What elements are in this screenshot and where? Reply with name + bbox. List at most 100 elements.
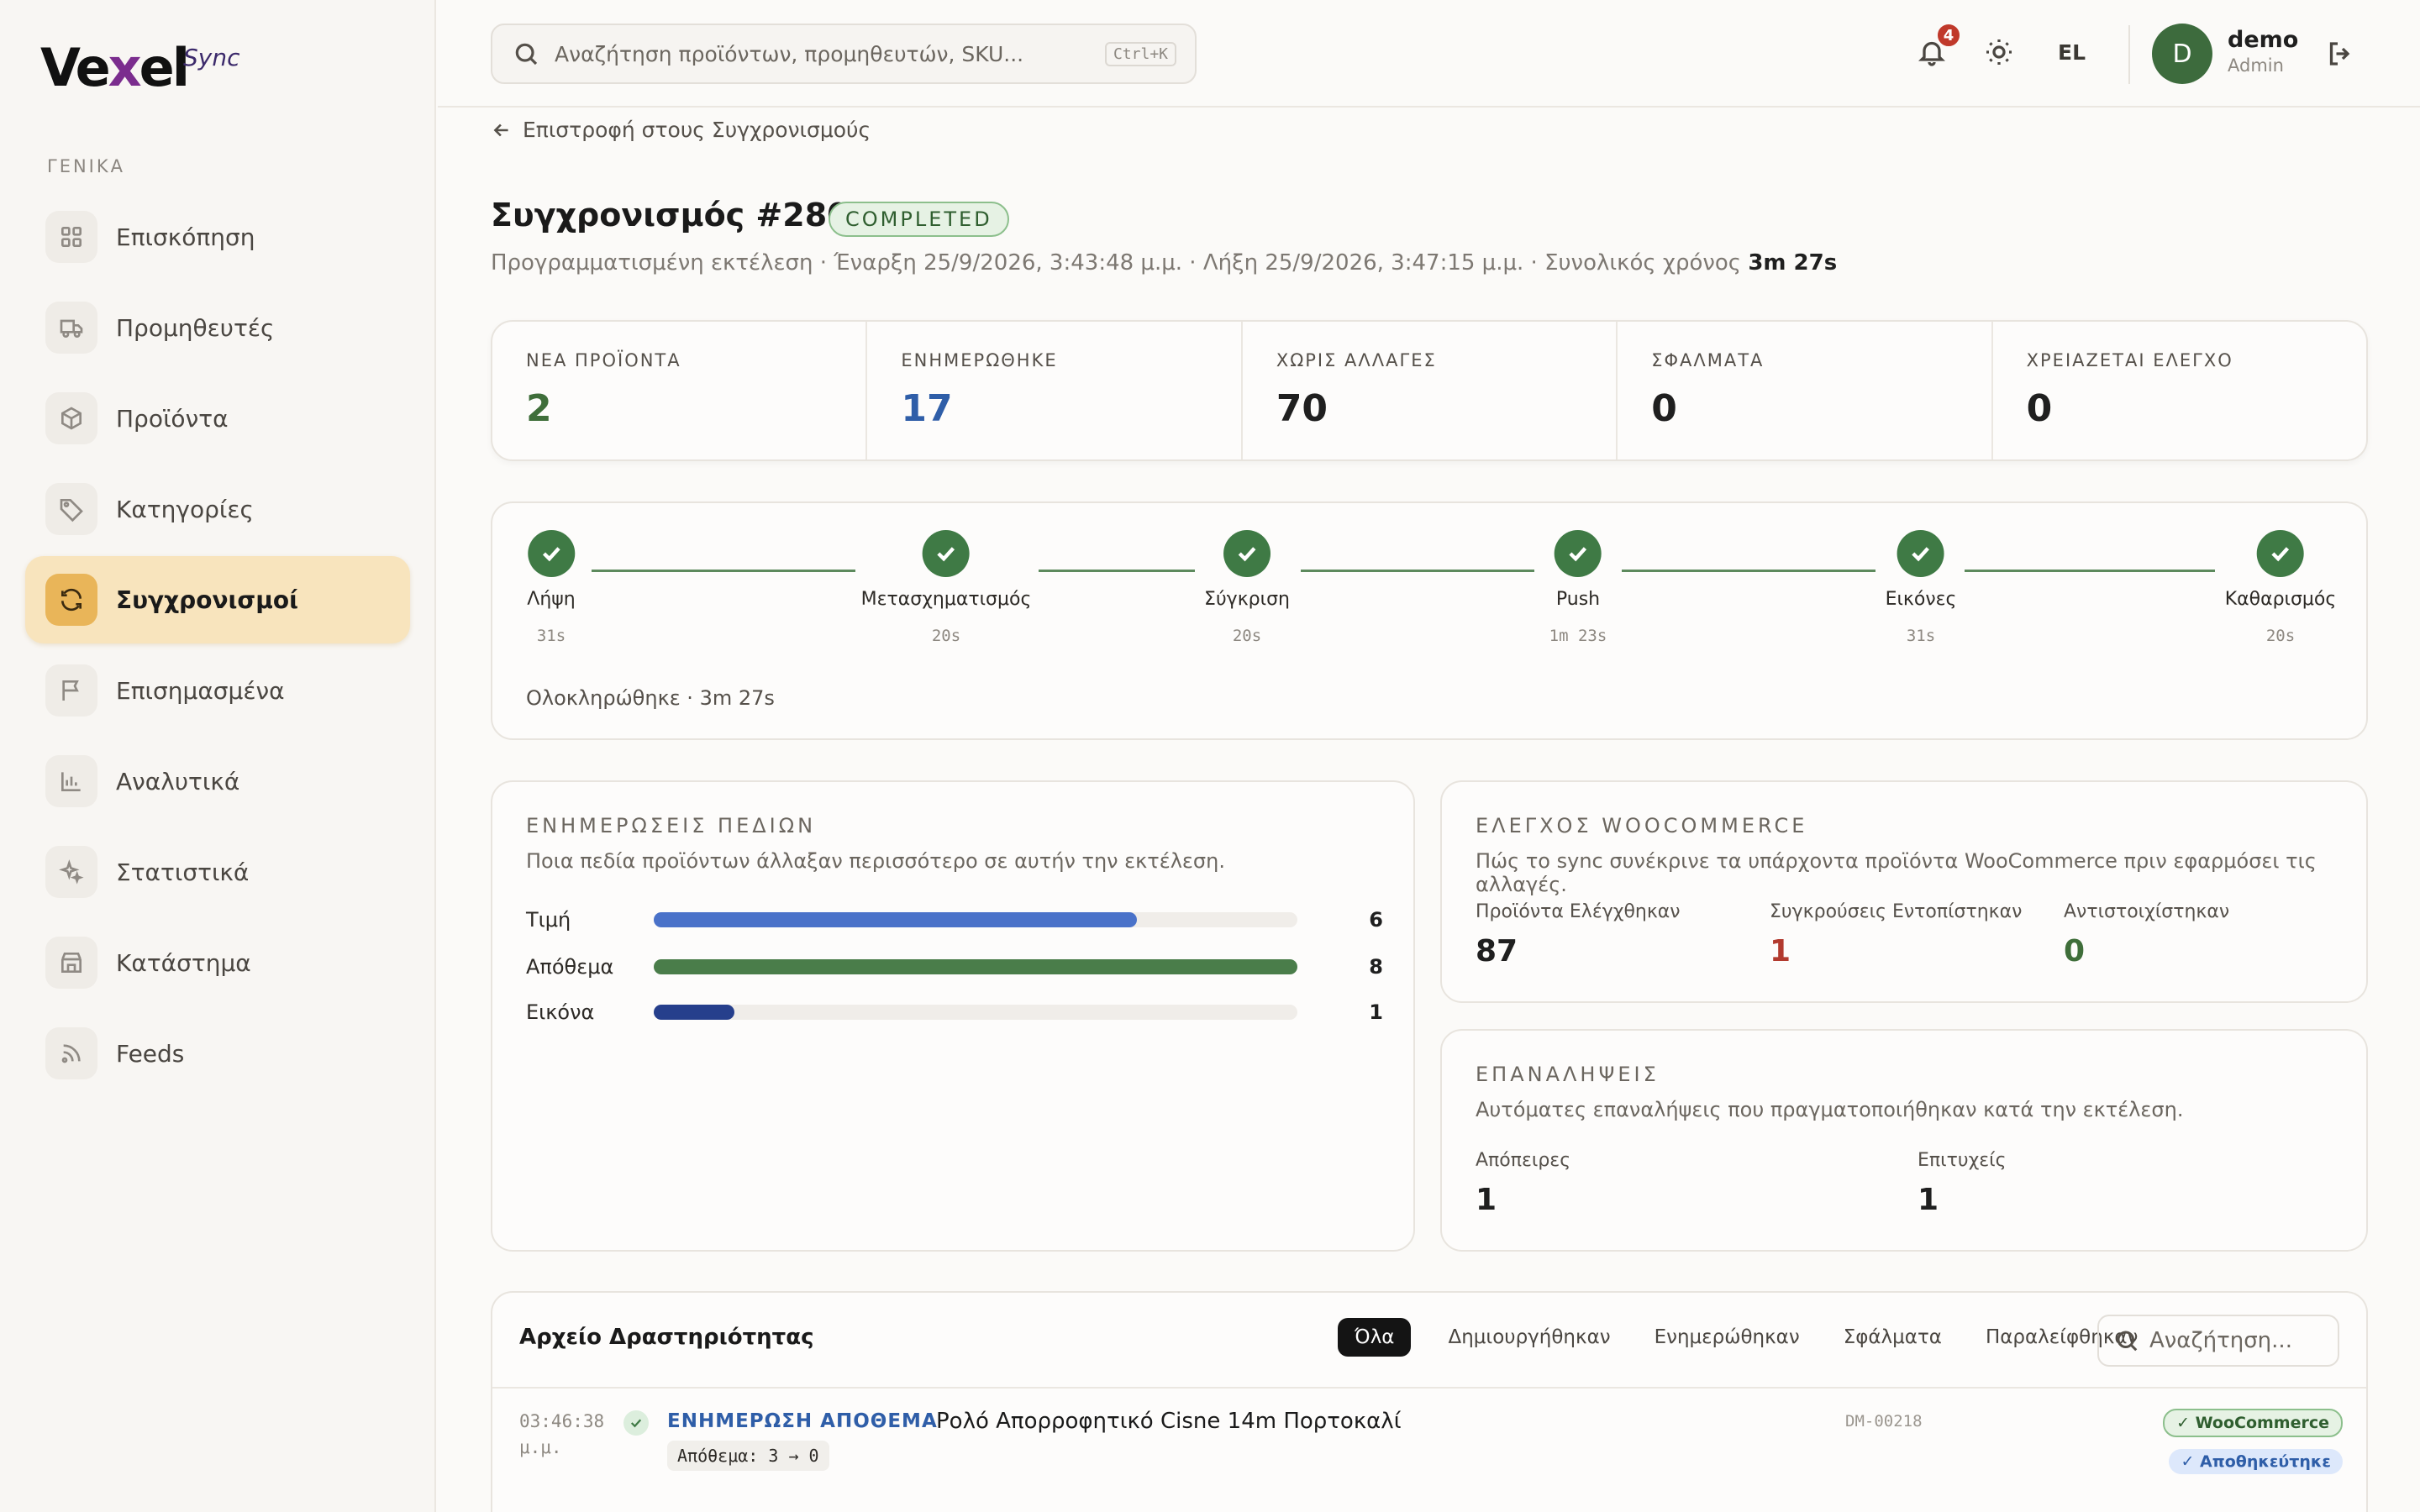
stat-label: ΝΕΑ ΠΡΟΪΟΝΤΑ bbox=[526, 350, 681, 370]
step-time: 20s bbox=[2265, 627, 2296, 645]
sidebar-item-flagged[interactable]: Επισημασμένα bbox=[25, 647, 410, 734]
filter-created[interactable]: Δημιουργήθηκαν bbox=[1448, 1318, 1610, 1357]
store-icon bbox=[45, 937, 97, 989]
activity-sku: DM-00218 bbox=[1845, 1412, 1923, 1431]
run-meta-text: Προγραμματισμένη εκτέλεση · Έναρξη 25/9/… bbox=[491, 250, 1742, 276]
sidebar-item-store[interactable]: Κατάστημα bbox=[25, 919, 410, 1006]
sidebar-item-feeds[interactable]: Feeds bbox=[25, 1010, 410, 1097]
stat-needs-review: ΧΡΕΙΑΖΕΤΑΙ ΕΛΕΓΧΟ 0 bbox=[1993, 322, 2366, 459]
sidebar-item-label: Κατάστημα bbox=[116, 948, 251, 977]
stat-value: 2 bbox=[526, 387, 552, 430]
check-icon bbox=[923, 530, 970, 577]
pipeline-connector bbox=[1965, 570, 2215, 572]
pipeline-step: Push 1m 23s bbox=[1549, 530, 1607, 645]
avatar[interactable]: D bbox=[2152, 24, 2212, 84]
user-name: demo bbox=[2228, 27, 2299, 53]
step-time: 20s bbox=[1232, 627, 1262, 645]
status-badge: COMPLETED bbox=[829, 202, 1009, 237]
activity-change: Απόθεμα: 3 → 0 bbox=[667, 1441, 829, 1471]
bar-track bbox=[654, 1005, 1297, 1020]
theme-toggle-button[interactable] bbox=[1984, 37, 2014, 71]
sidebar-item-overview[interactable]: Επισκόπηση bbox=[25, 193, 410, 281]
activity-filters: Όλα Δημιουργήθηκαν Ενημερώθηκαν Σφάλματα… bbox=[1338, 1318, 2181, 1357]
sidebar-item-suppliers[interactable]: Προμηθευτές bbox=[25, 284, 410, 371]
logo[interactable]: Vexel Sync bbox=[40, 37, 239, 98]
truck-icon bbox=[45, 302, 97, 354]
sidebar-item-syncs[interactable]: Συγχρονισμοί bbox=[25, 556, 410, 643]
metric-value: 1 bbox=[1476, 1183, 1497, 1217]
global-search[interactable]: Ctrl+K bbox=[491, 24, 1197, 84]
box-icon bbox=[45, 392, 97, 444]
arrow-left-icon bbox=[493, 123, 508, 136]
metric-label: Αντιστοιχίστηκαν bbox=[2064, 901, 2230, 922]
pipeline-step: Εικόνες 31s bbox=[1885, 530, 1957, 645]
language-switcher[interactable]: EL bbox=[2058, 40, 2086, 65]
filter-all[interactable]: Όλα bbox=[1338, 1318, 1412, 1357]
pipeline-connector bbox=[1301, 570, 1534, 572]
filter-errors[interactable]: Σφάλματα bbox=[1844, 1318, 1942, 1357]
woo-metric: Προϊόντα Ελέγχθηκαν 87 bbox=[1476, 901, 1681, 969]
topbar-divider bbox=[2128, 25, 2130, 84]
metric-value: 1 bbox=[1770, 934, 1791, 969]
filter-updated[interactable]: Ενημερώθηκαν bbox=[1655, 1318, 1800, 1357]
rss-icon bbox=[45, 1027, 97, 1079]
woocommerce-check-card: ΕΛΕΓΧΟΣ WOOCOMMERCE Πώς το sync συνέκριν… bbox=[1440, 780, 2368, 1003]
total-time: 3m 27s bbox=[1748, 250, 1838, 276]
sidebar-item-products[interactable]: Προϊόντα bbox=[25, 375, 410, 462]
activity-search-input[interactable] bbox=[2149, 1328, 2334, 1353]
stat-errors: ΣΦΑΛΜΑΤΑ 0 bbox=[1618, 322, 1993, 459]
check-icon bbox=[1897, 530, 1944, 577]
metric-value: 87 bbox=[1476, 934, 1518, 969]
sidebar-item-label: Προμηθευτές bbox=[116, 313, 275, 342]
refresh-icon bbox=[45, 574, 97, 626]
sidebar-nav: Επισκόπηση Προμηθευτές Προϊόντα Κατηγορί… bbox=[25, 193, 410, 1100]
notifications-button[interactable]: 4 bbox=[1917, 22, 1962, 71]
sync-pipeline: Λήψη 31s Μετασχηματισμός 20s Σύγκριση 20… bbox=[491, 501, 2368, 740]
nav-section-label: ΓΕΝΙΚΑ bbox=[47, 156, 126, 176]
metric-label: Απόπειρες bbox=[1476, 1150, 1571, 1171]
card-subtitle: Πώς το sync συνέκρινε τα υπάρχοντα προϊό… bbox=[1476, 849, 2317, 896]
metric-label: Συγκρούσεις Εντοπίστηκαν bbox=[1770, 901, 2023, 922]
sidebar-item-label: Επισκόπηση bbox=[116, 223, 255, 251]
sidebar-item-statistics[interactable]: Στατιστικά bbox=[25, 828, 410, 916]
bar-value: 1 bbox=[1369, 1000, 1383, 1024]
metric-value: 1 bbox=[1918, 1183, 1939, 1217]
metric-label: Επιτυχείς bbox=[1918, 1150, 2007, 1171]
notification-count-badge: 4 bbox=[1935, 22, 1962, 49]
bar-value: 6 bbox=[1369, 908, 1383, 932]
field-bar-row: Εικόνα 1 bbox=[526, 995, 1383, 1029]
pipeline-step: Μετασχηματισμός 20s bbox=[861, 530, 1031, 645]
grid-icon bbox=[45, 211, 97, 263]
sidebar-item-analytics[interactable]: Αναλυτικά bbox=[25, 738, 410, 825]
logo-wordmark: Vexel bbox=[40, 37, 190, 98]
activity-row[interactable]: 03:46:38 μ.μ. ΕΝΗΜΕΡΩΣΗ ΑΠΟΘΕΜΑ Ρολό Απο… bbox=[519, 1409, 2343, 1509]
sidebar-item-label: Συγχρονισμοί bbox=[116, 585, 298, 614]
back-link-label: Επιστροφή στους Συγχρονισμούς bbox=[523, 118, 871, 142]
sidebar-item-label: Επισημασμένα bbox=[116, 676, 285, 705]
check-icon bbox=[2257, 530, 2304, 577]
bar-chart-icon bbox=[45, 755, 97, 807]
step-name: Εικόνες bbox=[1885, 589, 1957, 610]
check-icon bbox=[1223, 530, 1270, 577]
activity-product[interactable]: Ρολό Απορροφητικό Cisne 14m Πορτοκαλί bbox=[936, 1409, 1402, 1434]
woocommerce-status-tag: ✓ WooCommerce bbox=[2163, 1409, 2343, 1437]
bar-track bbox=[654, 912, 1297, 927]
logout-button[interactable] bbox=[2325, 39, 2355, 72]
metric-label: Προϊόντα Ελέγχθηκαν bbox=[1476, 901, 1681, 922]
logout-icon bbox=[2329, 42, 2350, 66]
field-updates-card: ΕΝΗΜΕΡΩΣΕΙΣ ΠΕΔΙΩΝ Ποια πεδία προϊόντων … bbox=[491, 780, 1415, 1252]
stat-label: ΧΩΡΙΣ ΑΛΛΑΓΕΣ bbox=[1276, 350, 1437, 370]
run-meta: Προγραμματισμένη εκτέλεση · Έναρξη 25/9/… bbox=[491, 250, 1837, 276]
sidebar-item-categories[interactable]: Κατηγορίες bbox=[25, 465, 410, 553]
saved-status-tag: ✓ Αποθηκεύτηκε bbox=[2169, 1449, 2343, 1474]
activity-log: Αρχείο Δραστηριότητας Όλα Δημιουργήθηκαν… bbox=[491, 1291, 2368, 1512]
pipeline-step: Σύγκριση 20s bbox=[1204, 530, 1290, 645]
bar-value: 8 bbox=[1369, 955, 1383, 979]
back-link[interactable]: Επιστροφή στους Συγχρονισμούς bbox=[491, 118, 871, 142]
sidebar-item-label: Προϊόντα bbox=[116, 404, 229, 433]
search-icon bbox=[515, 43, 538, 66]
stat-label: ΣΦΑΛΜΑΤΑ bbox=[1651, 350, 1765, 370]
step-time: 31s bbox=[1906, 627, 1936, 645]
search-input[interactable] bbox=[555, 41, 1076, 66]
activity-search[interactable] bbox=[2097, 1315, 2339, 1367]
